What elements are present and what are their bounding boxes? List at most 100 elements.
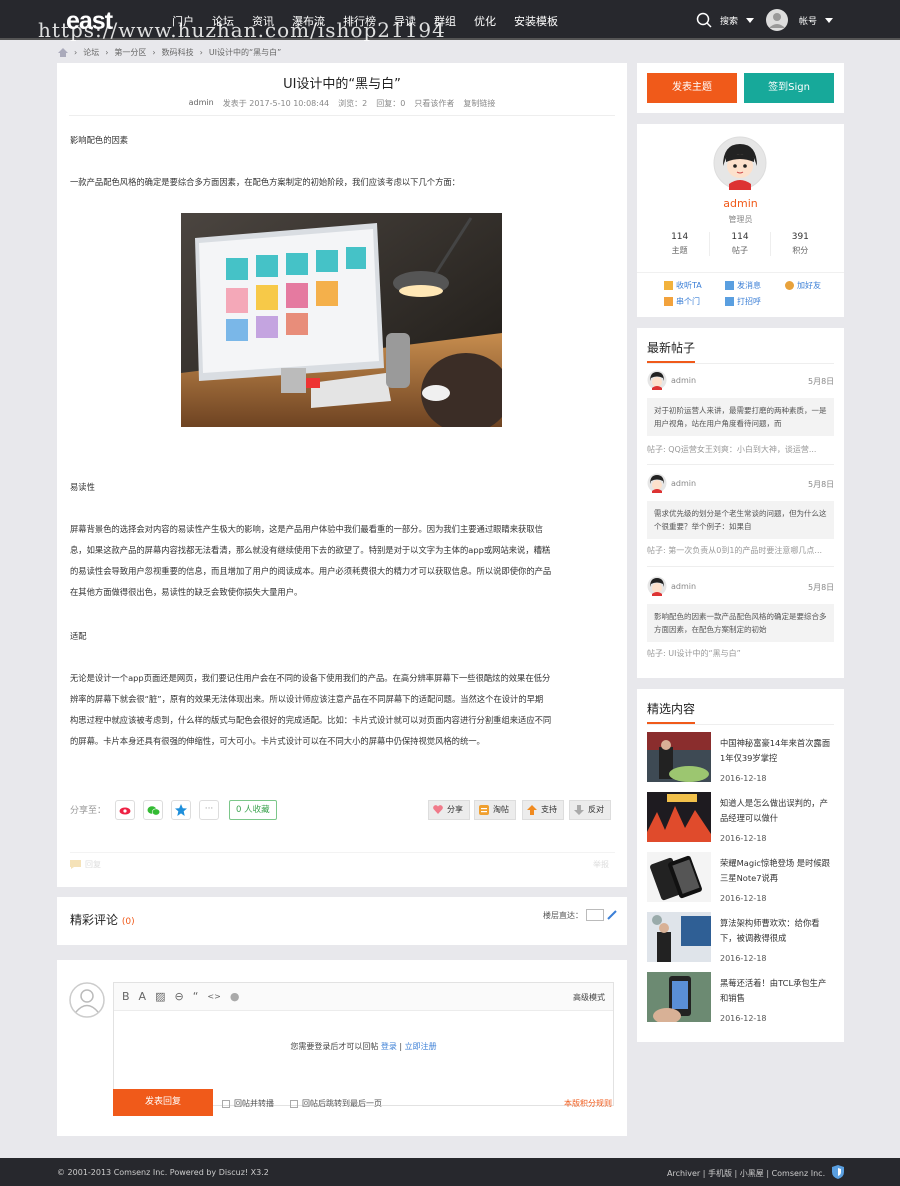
font-icon[interactable]: A: [139, 990, 147, 1003]
weibo-share-button[interactable]: [115, 800, 135, 820]
breadcrumb-section[interactable]: 第一分区: [114, 47, 146, 58]
credit-rules-link[interactable]: 本版积分规则: [564, 1098, 612, 1109]
avatar[interactable]: [647, 370, 667, 390]
add-friend-link[interactable]: 加好友: [785, 280, 821, 291]
report-link[interactable]: 举报: [593, 859, 609, 870]
stat-threads[interactable]: 114 主题: [650, 232, 711, 256]
featured-thumbnail[interactable]: [647, 792, 711, 842]
link-icon[interactable]: ⊖: [174, 990, 183, 1003]
footer-links[interactable]: Archiver | 手机版 | 小黑屋 | Comsenz Inc.: [667, 1168, 825, 1179]
go-icon[interactable]: [607, 910, 617, 920]
reply-link[interactable]: 回复: [70, 859, 101, 870]
search-label: 搜索: [720, 16, 739, 27]
author-link[interactable]: admin: [189, 98, 214, 109]
view-count: 浏览：2: [338, 99, 368, 108]
collect-icon: [479, 805, 489, 815]
qzone-share-button[interactable]: [171, 800, 191, 820]
featured-link[interactable]: 黑莓还活着！由TCL承包生产和销售: [720, 976, 834, 1006]
more-share-button[interactable]: ···: [199, 800, 219, 820]
message-icon: [725, 281, 734, 290]
quote-icon[interactable]: “: [193, 990, 199, 1003]
post-thread-link[interactable]: 帖子: 第一次负责从0到1的产品时要注意哪几点...: [647, 545, 834, 556]
favorite-button[interactable]: 0 人收藏: [229, 800, 277, 820]
post-thread-link[interactable]: 帖子: UI设计中的“黑与白”: [647, 648, 834, 659]
featured-thumbnail[interactable]: [647, 972, 711, 1022]
advanced-mode-link[interactable]: 高级模式: [573, 992, 605, 1003]
text-line: 在其他方面做得很出色，易读性的缺乏会致使你损失大量用户。: [70, 587, 303, 597]
top-navbar: east 门户 论坛 资讯 瀑布流 排行榜 导读 群组 优化 安装模板 搜索 帐…: [0, 0, 900, 42]
featured-thumbnail[interactable]: [647, 852, 711, 902]
follow-link[interactable]: 收听TA: [664, 280, 702, 291]
login-link[interactable]: 登录: [381, 1042, 397, 1051]
new-thread-button[interactable]: 发表主题: [647, 73, 737, 103]
divider: [637, 272, 844, 273]
checkbox-icon: [222, 1099, 230, 1108]
breadcrumb-forum[interactable]: 论坛: [83, 47, 99, 58]
comments-title: 精彩评论 (0): [70, 913, 135, 927]
oppose-button[interactable]: 反对: [569, 800, 611, 820]
share-button[interactable]: 分享: [428, 800, 470, 820]
submit-reply-button[interactable]: 发表回复: [113, 1089, 213, 1116]
user-avatar-icon: [766, 9, 788, 31]
avatar[interactable]: [713, 136, 767, 190]
comments-panel: 精彩评论 (0) 楼层直达：: [57, 897, 627, 945]
post-date: 5月8日: [808, 377, 835, 386]
repost-checkbox[interactable]: 回帖并转播: [222, 1098, 274, 1109]
post-thread-link[interactable]: 帖子: QQ运营女王刘爽：小白到大神，谈运营...: [647, 444, 834, 455]
support-button[interactable]: 支持: [522, 800, 564, 820]
visit-link[interactable]: 串个门: [664, 296, 700, 307]
text-line: 屏幕背景色的选择会对内容的易读性产生极大的影响，这是产品用户体验中我们最看重的一…: [70, 524, 543, 534]
action-panel: 发表主题 签到Sign: [637, 63, 844, 113]
post-author[interactable]: admin: [671, 582, 696, 591]
nav-templates[interactable]: 安装模板: [514, 13, 558, 29]
code-icon[interactable]: <>: [207, 992, 220, 1001]
sign-in-button[interactable]: 签到Sign: [744, 73, 834, 103]
only-author-link[interactable]: 只看该作者: [414, 98, 454, 109]
post-author[interactable]: admin: [671, 479, 696, 488]
account-menu[interactable]: 帐号: [765, 8, 834, 32]
shield-icon[interactable]: [832, 1165, 844, 1179]
register-link[interactable]: 立即注册: [405, 1042, 437, 1051]
jump-last-checkbox[interactable]: 回帖后跳转到最后一页: [290, 1098, 382, 1109]
nav-optimize[interactable]: 优化: [474, 13, 496, 29]
post-date: 5月8日: [808, 583, 835, 592]
text-line: 辨率的屏幕下就会很“脏”，原有的效果无法体现出来。所以设计师应该注意产品在不同屏…: [70, 694, 544, 704]
post-date: 5月8日: [808, 480, 835, 489]
text-line: 的易读性会导致用户忽视重要的信息，而且增加了用户的阅读成本。用户必须耗费很大的精…: [70, 566, 552, 576]
bold-icon[interactable]: B: [122, 990, 130, 1003]
divider: [647, 566, 834, 567]
featured-link[interactable]: 中国神秘富豪14年来首次露面1年仅39岁掌控: [720, 736, 834, 766]
profile-card: admin 管理员 114 主题 114 帖子 391 积分 收听TA 发消息 加好友…: [637, 124, 844, 317]
avatar[interactable]: [647, 576, 667, 596]
featured-thumbnail[interactable]: [647, 912, 711, 962]
paragraph: 影响配色的因素: [70, 135, 129, 145]
floor-input[interactable]: [586, 909, 604, 921]
post-excerpt[interactable]: 对于初阶运营人来讲，最需要打磨的两种素质，一是用户视角，站在用户角度看待问题，而: [647, 398, 834, 436]
stat-credits[interactable]: 391 积分: [771, 232, 830, 256]
featured-link[interactable]: 荣耀Magic惊艳登场 是时候跟三星Note7说再: [720, 856, 834, 886]
wechat-share-button[interactable]: [143, 800, 163, 820]
featured-thumbnail[interactable]: [647, 732, 711, 782]
stat-posts[interactable]: 114 帖子: [710, 232, 771, 256]
featured-date: 2016-12-18: [720, 774, 767, 783]
profile-name[interactable]: admin: [637, 197, 844, 210]
post-author[interactable]: admin: [671, 376, 696, 385]
home-icon[interactable]: [58, 48, 68, 57]
avatar[interactable]: [647, 473, 667, 493]
collect-button[interactable]: 淘帖: [474, 800, 516, 820]
profile-stats: 114 主题 114 帖子 391 积分: [650, 232, 830, 256]
featured-header: 精选内容: [647, 700, 834, 725]
emoji-icon[interactable]: ●: [230, 990, 240, 1003]
account-label: 帐号: [799, 16, 818, 27]
featured-link[interactable]: 知道人是怎么做出误判的，产品经理可以做什: [720, 796, 834, 826]
copy-link[interactable]: 复制链接: [463, 98, 495, 109]
breadcrumb-thread[interactable]: UI设计中的“黑与白”: [209, 47, 282, 58]
message-link[interactable]: 发消息: [725, 280, 761, 291]
post-excerpt[interactable]: 影响配色的因素一款产品配色风格的确定是要综合多方面因素，在配色方案制定的初始: [647, 604, 834, 642]
image-icon[interactable]: ▨: [155, 990, 165, 1003]
featured-link[interactable]: 算法架构师曹欢欢：给你看下，被调教得很成: [720, 916, 834, 946]
breadcrumb-board[interactable]: 数码科技: [162, 47, 194, 58]
post-excerpt[interactable]: 需求优先级的划分是个老生常谈的问题，但为什么这个很重要？举个例子：如果自: [647, 501, 834, 539]
poke-link[interactable]: 打招呼: [725, 296, 761, 307]
search-menu[interactable]: 搜索: [696, 12, 755, 28]
